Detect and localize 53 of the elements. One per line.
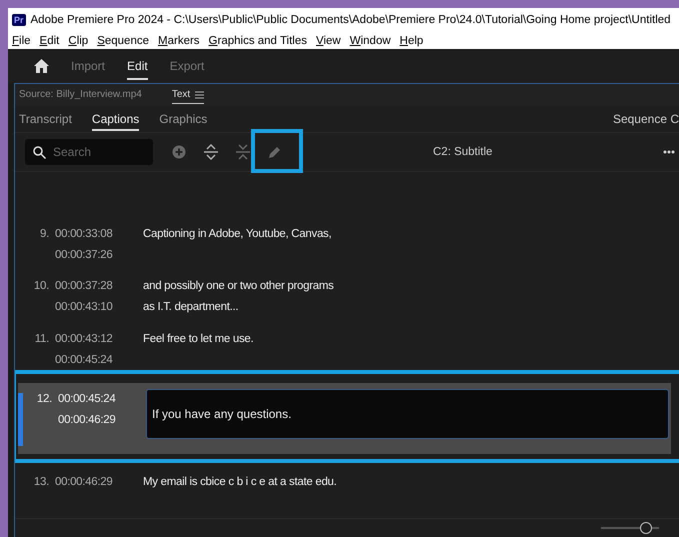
panel-tab[interactable]: Text [172, 86, 204, 104]
sequence-label: Sequence C [612, 112, 679, 126]
menu-item[interactable]: Help [400, 34, 424, 46]
end-time: 00:00:45:24 [55, 352, 114, 368]
slider-thumb[interactable] [640, 522, 652, 534]
menu-item[interactable]: Markers [158, 34, 200, 46]
panel-tab[interactable]: Source: Billy_Interview.mp4 [19, 86, 142, 104]
merge-icon [235, 144, 251, 160]
more-icon[interactable] [663, 150, 675, 154]
expand-icon [203, 144, 219, 160]
caption-number: 13. [32, 474, 50, 490]
toolbar-button[interactable] [201, 142, 221, 162]
start-time: 00:00:43:12 [55, 332, 114, 347]
caption-text[interactable]: My email is cbice c b i c e at a state edu. [143, 472, 337, 518]
end-time: 00:00:46:29 [58, 413, 116, 428]
search-icon [33, 146, 46, 159]
caption-text[interactable]: Captioning in Adobe, Youtube, Canvas, [143, 224, 332, 270]
menu-icon[interactable] [195, 90, 204, 98]
caption-number: 12. [36, 392, 53, 408]
start-time: 00:00:33:08 [55, 227, 114, 242]
captions-tab[interactable]: Transcript [19, 108, 72, 130]
app-icon: Pr [12, 14, 26, 26]
home-icon[interactable] [34, 59, 49, 73]
end-time: 00:00:43:10 [55, 300, 114, 316]
highlight-frame [251, 129, 303, 173]
captions-tab[interactable]: Graphics [159, 108, 208, 130]
menu-item[interactable]: File [12, 34, 31, 46]
menu-item[interactable]: Sequence [97, 34, 149, 46]
caption-field[interactable]: If you have any questions. [146, 389, 669, 440]
window-title: Adobe Premiere Pro 2024 - C:\Users\Public\Public Documents\Adobe\Premiere Pro\24.0\Tutorial\Going Home project\Untitled [30, 14, 671, 26]
caption-number: 9. [39, 227, 50, 242]
workspace-tab[interactable]: Edit [127, 52, 148, 80]
menu-item[interactable]: Clip [68, 34, 88, 46]
caption-number: 10. [32, 279, 50, 294]
search-field[interactable]: Search [25, 139, 153, 165]
menu-item[interactable]: View [316, 34, 341, 46]
workspace-tab[interactable]: Import [71, 52, 106, 80]
menu-item[interactable]: Window [350, 34, 391, 46]
selection-bar [18, 393, 23, 446]
caption-number: 11. [34, 332, 50, 347]
workspace-tab[interactable]: Export [170, 52, 204, 80]
captions-tab[interactable]: Captions [92, 108, 140, 130]
menu-item[interactable]: Graphics and Titles [208, 34, 307, 46]
caption-text[interactable]: and possibly one or two other programs as I.T. department... [143, 276, 334, 323]
start-time: 00:00:46:29 [55, 474, 114, 490]
pencil-icon [268, 145, 282, 159]
start-time: 00:00:45:24 [58, 392, 116, 408]
start-time: 00:00:37:28 [55, 279, 114, 294]
caption-text[interactable]: Feel free to let me use. [143, 328, 254, 376]
end-time: 00:00:37:26 [55, 248, 114, 263]
add-icon [172, 145, 186, 159]
track-label: C2: Subtitle [433, 146, 492, 158]
menu-item[interactable]: Edit [40, 34, 60, 46]
